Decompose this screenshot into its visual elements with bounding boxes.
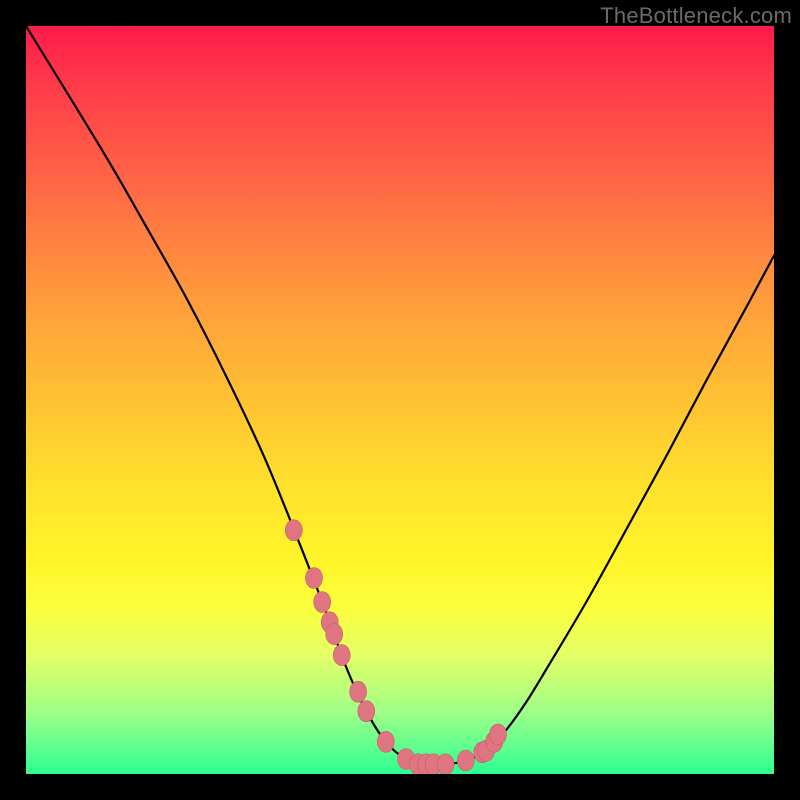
marker-dot — [377, 731, 394, 752]
marker-dot — [333, 645, 350, 666]
marker-dot — [437, 754, 454, 774]
bottleneck-curve — [26, 26, 774, 765]
marker-dot — [457, 750, 474, 771]
marker-dot — [490, 724, 507, 745]
watermark-text: TheBottleneck.com — [600, 3, 792, 29]
curve-svg — [26, 26, 774, 774]
marker-dot — [358, 701, 375, 722]
plot-area — [26, 26, 774, 774]
marker-dot — [285, 520, 302, 541]
marker-dot — [350, 681, 367, 702]
marker-group — [285, 520, 506, 774]
marker-dot — [306, 568, 323, 589]
chart-container: TheBottleneck.com — [0, 0, 800, 800]
marker-dot — [314, 592, 331, 613]
marker-dot — [326, 624, 343, 645]
